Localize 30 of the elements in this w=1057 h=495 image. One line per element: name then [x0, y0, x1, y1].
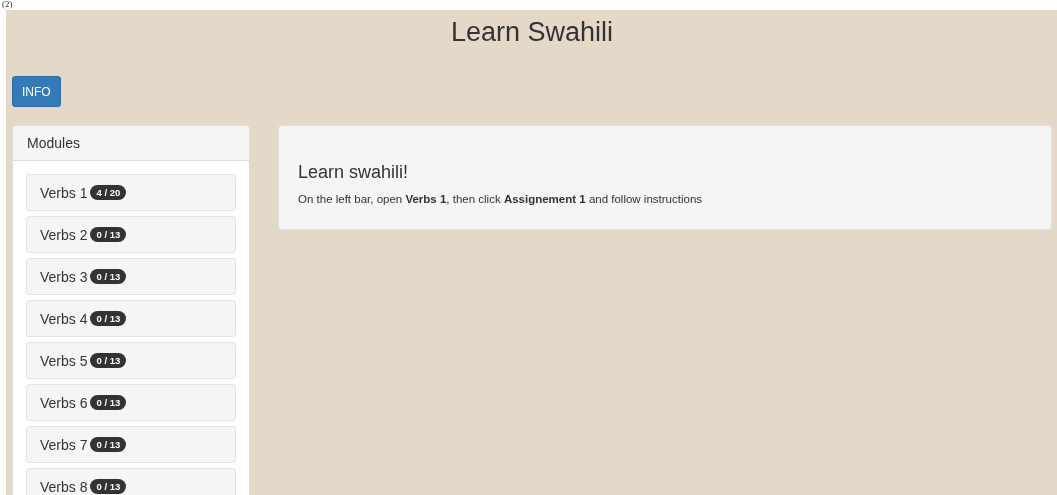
module-label: Verbs 7 [40, 436, 88, 453]
progress-badge: 0 / 13 [90, 311, 127, 326]
panel-title: Learn swahili! [298, 162, 410, 183]
module-label: Verbs 6 [40, 394, 88, 411]
module-label: Verbs 1 [40, 184, 88, 201]
module-label: Verbs 5 [40, 352, 88, 369]
info-button[interactable]: INFO [12, 76, 61, 107]
progress-badge: 0 / 13 [90, 395, 127, 410]
module-item[interactable]: Verbs 6 0 / 13 [26, 384, 236, 421]
module-item[interactable]: Verbs 1 4 / 20 [26, 174, 236, 211]
progress-badge: 0 / 13 [90, 269, 127, 284]
module-item[interactable]: Verbs 7 0 / 13 [26, 426, 236, 463]
module-item[interactable]: Verbs 8 0 / 13 [26, 468, 236, 495]
module-label: Verbs 2 [40, 226, 88, 243]
progress-badge: 0 / 13 [90, 227, 127, 242]
module-item[interactable]: Verbs 4 0 / 13 [26, 300, 236, 337]
figure-label: (2) [2, 0, 13, 9]
progress-badge: 0 / 13 [90, 353, 127, 368]
module-label: Verbs 8 [40, 478, 88, 495]
progress-badge: 4 / 20 [90, 185, 127, 200]
module-label: Verbs 4 [40, 310, 88, 327]
progress-badge: 0 / 13 [90, 479, 127, 494]
instruction-text: On the left bar, open Verbs 1, then click Assignement 1 and follow instructions [298, 193, 704, 205]
progress-badge: 0 / 13 [90, 437, 127, 452]
module-item[interactable]: Verbs 3 0 / 13 [26, 258, 236, 295]
module-item[interactable]: Verbs 2 0 / 13 [26, 216, 236, 253]
page-title: Learn Swahili [449, 16, 615, 49]
panel-heading: Modules [13, 126, 249, 161]
module-label: Verbs 3 [40, 268, 88, 285]
module-item[interactable]: Verbs 5 0 / 13 [26, 342, 236, 379]
